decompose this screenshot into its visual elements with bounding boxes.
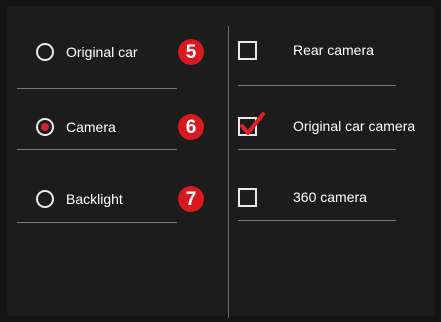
checkbox-option-original-car-camera[interactable]: Original car camera [238,111,416,137]
annotation-badge-5: 5 [178,39,204,65]
checkbox-unchecked-icon[interactable] [238,40,257,60]
row-divider [17,88,177,89]
checkbox-option-rear-camera[interactable]: Rear camera [238,39,374,61]
checkbox-unchecked-icon[interactable] [238,187,257,207]
row-divider [17,149,177,150]
radio-unselected-icon[interactable] [36,190,54,208]
row-divider [238,149,396,150]
row-divider [238,85,396,86]
radio-option-backlight[interactable]: Backlight [36,186,123,212]
radio-label-original-car: Original car [66,44,138,60]
settings-panel: Original car Camera Backlight 5 6 7 Rear… [6,6,435,318]
annotation-badge-7: 7 [178,186,204,212]
checkbox-label-original-car-camera: Original car camera [293,118,416,134]
row-divider [238,220,396,221]
column-divider [228,26,229,318]
radio-label-camera: Camera [66,119,116,135]
radio-label-backlight: Backlight [66,191,123,207]
checkbox-checked-icon[interactable] [238,111,265,136]
row-divider [17,222,177,223]
checkbox-label-360-camera: 360 camera [293,189,367,205]
radio-unselected-icon[interactable] [36,43,54,61]
radio-selected-icon[interactable] [36,118,54,136]
radio-option-original-car[interactable]: Original car [36,39,138,65]
radio-option-camera[interactable]: Camera [36,114,116,140]
checkbox-option-360-camera[interactable]: 360 camera [238,186,367,208]
checkmark-icon [240,111,265,135]
checkbox-label-rear-camera: Rear camera [293,42,374,58]
annotation-badge-6: 6 [178,114,204,140]
